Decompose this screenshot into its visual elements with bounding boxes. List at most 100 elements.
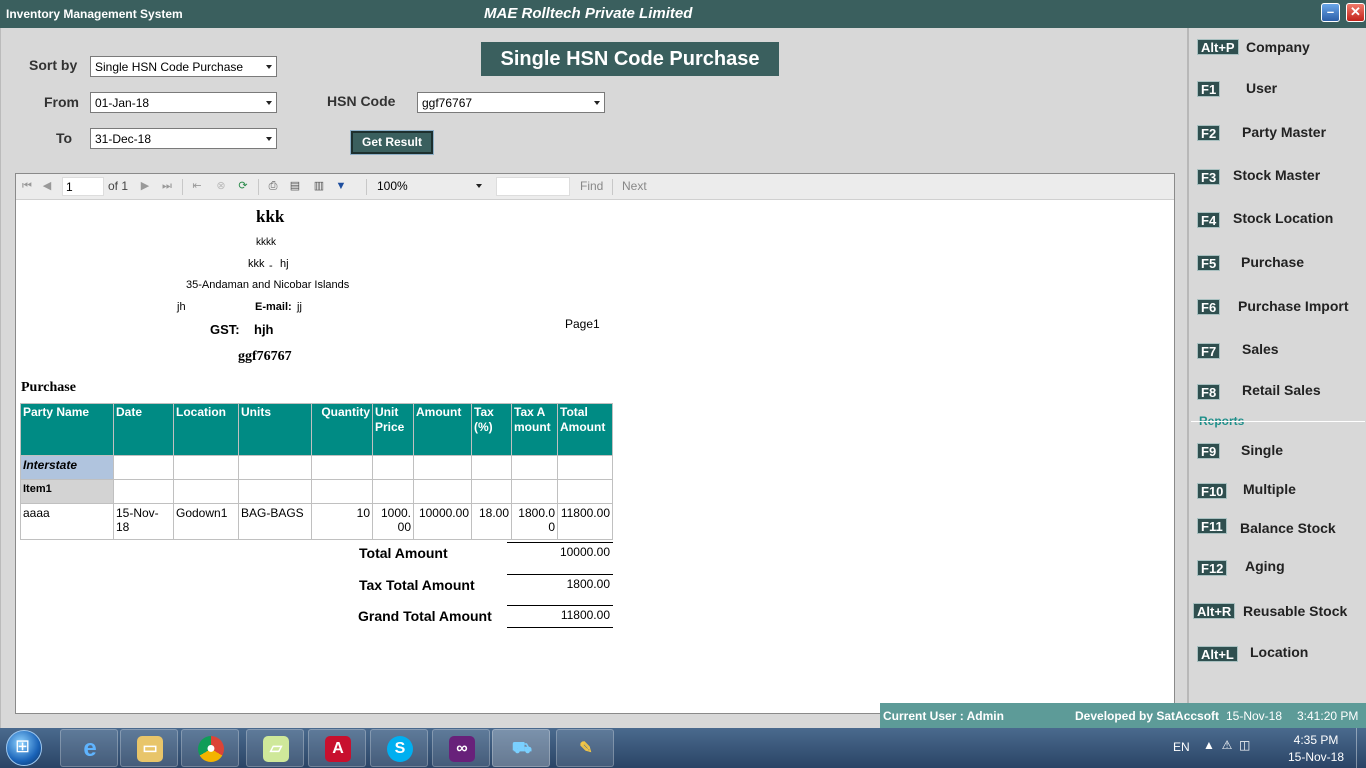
menu-item-company[interactable]: Alt+P Company [1189,36,1366,74]
find-input[interactable] [496,177,570,196]
taskbar-visual-studio[interactable]: ∞ [432,729,490,767]
report-address: 35-Andaman and Nicobar Islands [186,279,350,291]
first-page-icon[interactable]: ⏮ [20,179,34,193]
menu-item-user[interactable]: F1 User [1189,78,1366,116]
shortcut-key: F4 [1197,212,1221,228]
menu-item-purchase-import[interactable]: F6 Purchase Import [1189,296,1366,334]
menu-item-aging[interactable]: F12 Aging [1189,557,1366,595]
hsn-code-label: HSN Code [327,93,396,109]
reports-divider [1191,421,1365,422]
get-result-button[interactable]: Get Result [350,130,434,155]
taskbar-inventory-app[interactable]: ⛟ [492,729,550,767]
menu-item-purchase[interactable]: F5 Purchase [1189,252,1366,290]
table-cell [413,455,472,480]
cell-amount: 10000.00 [413,503,472,540]
close-button[interactable]: ✕ [1346,3,1365,22]
menu-item-retail-sales[interactable]: F8 Retail Sales [1189,380,1366,418]
chevron-down-icon [266,65,272,69]
cell-party-name: aaaa [20,503,114,540]
menu-label: Stock Master [1233,167,1321,183]
menu-item-balance-stock[interactable]: F11 Balance Stock [1189,518,1366,556]
hsn-code-select[interactable]: ggf76767 [417,92,605,113]
taskbar-skype[interactable]: S [370,729,428,767]
menu-item-stock-master[interactable]: F3 Stock Master [1189,165,1366,203]
menu-item-party-master[interactable]: F2 Party Master [1189,122,1366,160]
table-cell [511,479,558,504]
col-party-name: Party Name [20,403,114,456]
stop-icon[interactable]: ⊗ [214,179,228,193]
menu-item-sales[interactable]: F7 Sales [1189,339,1366,377]
paint-icon: ✎ [579,740,593,757]
page-count: of 1 [108,179,129,193]
menu-item-location[interactable]: Alt+L Location [1189,643,1366,681]
page-number-input[interactable]: 1 [62,177,104,196]
to-date-picker[interactable]: 31-Dec-18 [90,128,277,149]
clock-date[interactable]: 15-Nov-18 [1283,750,1349,764]
col-units: Units [238,403,312,456]
menu-item-report-multiple[interactable]: F10 Multiple [1189,479,1366,517]
minimize-button[interactable]: – [1321,3,1340,22]
report-line2c: hj [280,258,289,270]
find-next-button[interactable]: Next [622,179,647,193]
sort-by-select[interactable]: Single HSN Code Purchase [90,56,277,77]
report-gst-label: GST: [210,322,240,337]
taskbar-notes[interactable]: ▱ [246,729,304,767]
find-button[interactable]: Find [580,179,603,193]
show-desktop-button[interactable] [1356,728,1366,768]
menu-item-reusable-stock[interactable]: Alt+R Reusable Stock [1189,602,1366,640]
network-icon[interactable]: ⚠ [1222,738,1233,752]
table-cell [311,479,373,504]
print-layout-icon[interactable]: ▤ [288,179,302,193]
col-location: Location [173,403,239,456]
table-cell [238,455,312,480]
start-button[interactable] [6,730,42,766]
col-tax-amount: Tax Amount [511,403,558,456]
show-hidden-icon[interactable]: ▲ [1203,738,1215,752]
side-menu: Alt+P Company F1 User F2 Party Master F3… [1187,28,1366,728]
next-page-icon[interactable]: ▶ [138,179,152,193]
table-cell [511,455,558,480]
page-setup-icon[interactable]: ▥ [312,179,326,193]
volume-icon[interactable]: ◫ [1239,738,1250,752]
export-icon[interactable]: ▼ [334,179,348,193]
print-icon[interactable]: ⎙ [266,179,280,193]
zoom-select[interactable]: 100% [374,177,486,196]
report-line2b: - [269,260,273,272]
menu-item-stock-location[interactable]: F4 Stock Location [1189,208,1366,246]
prev-page-icon[interactable]: ◀ [40,179,54,193]
col-total-amount: Total Amount [557,403,613,456]
sort-by-value: Single HSN Code Purchase [95,60,244,74]
report-toolbar: ⏮ ◀ 1 of 1 ▶ ⏭ ⇤ ⊗ ⟳ ⎙ ▤ ▥ ▼ 100% Find N… [16,174,1174,200]
status-bar: Current User : Admin Developed by SatAcc… [880,703,1366,728]
cell-tax-percent: 18.00 [471,503,512,540]
table-cell [113,479,174,504]
taskbar-chrome[interactable]: ● [181,729,239,767]
to-label: To [56,130,73,146]
shortcut-key: F3 [1197,169,1221,185]
folder-icon: ▭ [137,736,163,762]
taskbar-paint[interactable]: ✎ [556,729,614,767]
language-indicator[interactable]: EN [1173,740,1190,754]
menu-item-report-single[interactable]: F9 Single [1189,440,1366,478]
menu-label: Retail Sales [1242,382,1321,398]
back-icon[interactable]: ⇤ [190,179,204,193]
clock-time[interactable]: 4:35 PM [1283,733,1349,747]
chrome-icon: ● [198,736,224,762]
menu-label: Balance Stock [1240,520,1336,536]
taskbar-acrobat[interactable]: A [308,729,366,767]
group-item: Item1 [20,479,114,504]
skype-icon: S [387,736,413,762]
table-cell [413,479,472,504]
from-date-picker[interactable]: 01-Jan-18 [90,92,277,113]
ie-icon: e [83,735,97,762]
taskbar-ie[interactable]: e [60,729,118,767]
report-email-value: jj [297,301,302,313]
refresh-icon[interactable]: ⟳ [236,179,250,193]
taskbar-explorer[interactable]: ▭ [120,729,178,767]
tray-icons[interactable]: ▲ ⚠ ◫ [1203,738,1250,752]
shortcut-key: F7 [1197,343,1221,359]
last-page-icon[interactable]: ⏭ [160,179,174,193]
report-page: kkk kkkk kkk - hj 35-Andaman and Nicobar… [16,201,1174,713]
from-date-value: 01-Jan-18 [95,96,150,110]
grand-total-value: 11800.00 [507,605,613,622]
